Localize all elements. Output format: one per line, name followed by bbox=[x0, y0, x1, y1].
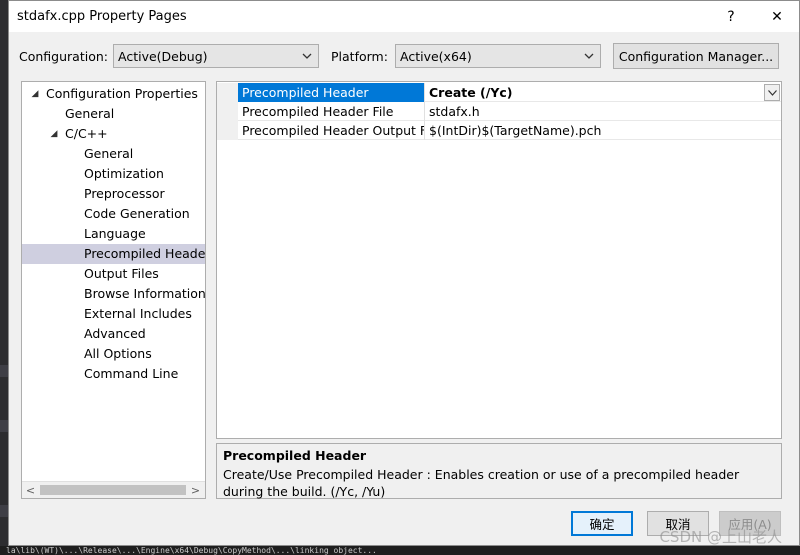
property-value[interactable]: stdafx.h bbox=[427, 102, 781, 121]
property-row[interactable]: Precompiled Header Create (/Yc) bbox=[217, 83, 781, 102]
description-title: Precompiled Header bbox=[223, 448, 367, 463]
tree-horizontal-scrollbar[interactable]: < > bbox=[22, 481, 205, 498]
chevron-down-icon bbox=[584, 53, 594, 59]
tree-item-label: Advanced bbox=[84, 326, 146, 341]
tree-item-label: External Includes bbox=[84, 306, 192, 321]
ok-button[interactable]: 确定 bbox=[571, 511, 633, 536]
platform-label: Platform: bbox=[331, 49, 388, 64]
tree-item-label: General bbox=[65, 106, 115, 121]
watermark: CSDN @上山老人 bbox=[659, 528, 782, 546]
configuration-value: Active(Debug) bbox=[118, 48, 208, 64]
tree-item[interactable]: External Includes bbox=[22, 304, 205, 324]
tree-item-label: Optimization bbox=[84, 166, 164, 181]
tree-item[interactable]: All Options bbox=[22, 344, 205, 364]
background-status-line: la\lib\(WT)\...\Release\...\Engine\x64\D… bbox=[0, 546, 800, 555]
title-bar: stdafx.cpp Property Pages ? ✕ bbox=[9, 1, 799, 32]
tree-item[interactable]: ◢ C/C++ bbox=[22, 124, 205, 144]
configuration-label: Configuration: bbox=[19, 49, 108, 64]
background-marker bbox=[0, 365, 8, 377]
platform-dropdown[interactable]: Active(x64) bbox=[395, 44, 601, 68]
property-tree: ◢ Configuration Properties General ◢ C/C++ Ge… bbox=[21, 81, 206, 499]
background-marker bbox=[0, 505, 8, 517]
column-separator[interactable] bbox=[424, 83, 425, 102]
property-pages-dialog: stdafx.cpp Property Pages ? ✕ Configurat… bbox=[8, 0, 800, 546]
property-name[interactable]: Precompiled Header bbox=[238, 83, 424, 102]
tree-item-label: Precompiled Headers bbox=[84, 246, 206, 261]
tree-item-label: All Options bbox=[84, 346, 152, 361]
tree-item-label: Browse Information bbox=[84, 286, 206, 301]
tree-item-label: Preprocessor bbox=[84, 186, 165, 201]
close-button[interactable]: ✕ bbox=[755, 1, 799, 32]
tree-item-label: General bbox=[84, 146, 134, 161]
tree-item[interactable]: ◢ Configuration Properties bbox=[22, 84, 205, 104]
configuration-manager-button[interactable]: Configuration Manager... bbox=[613, 43, 779, 69]
property-row[interactable]: Precompiled Header File stdafx.h bbox=[217, 102, 781, 121]
description-panel: Precompiled Header Create/Use Precompile… bbox=[216, 443, 782, 499]
property-name[interactable]: Precompiled Header Output File bbox=[238, 121, 424, 140]
tree-item[interactable]: Preprocessor bbox=[22, 184, 205, 204]
expand-arrow-icon[interactable]: ◢ bbox=[49, 124, 59, 144]
configuration-dropdown[interactable]: Active(Debug) bbox=[113, 44, 319, 68]
row-margin bbox=[217, 102, 238, 121]
background-marker bbox=[0, 420, 8, 432]
tree-item[interactable]: General bbox=[22, 144, 205, 164]
background-ide-strip bbox=[0, 0, 8, 555]
property-name[interactable]: Precompiled Header File bbox=[238, 102, 424, 121]
tree-item[interactable]: Optimization bbox=[22, 164, 205, 184]
tree-item[interactable]: Code Generation bbox=[22, 204, 205, 224]
tree-item-label: Configuration Properties bbox=[46, 86, 198, 101]
value-dropdown-button[interactable] bbox=[764, 84, 780, 101]
tree-item[interactable]: Advanced bbox=[22, 324, 205, 344]
tree-item[interactable]: Output Files bbox=[22, 264, 205, 284]
property-value[interactable]: $(IntDir)$(TargetName).pch bbox=[427, 121, 781, 140]
property-value[interactable]: Create (/Yc) bbox=[427, 83, 781, 102]
help-button[interactable]: ? bbox=[709, 1, 753, 32]
tree-item-label: Code Generation bbox=[84, 206, 190, 221]
platform-value: Active(x64) bbox=[400, 48, 472, 64]
window-title: stdafx.cpp Property Pages bbox=[17, 9, 187, 24]
chevron-down-icon bbox=[768, 90, 777, 96]
tree-item[interactable]: Language bbox=[22, 224, 205, 244]
column-separator[interactable] bbox=[424, 102, 425, 121]
row-margin bbox=[217, 121, 238, 140]
scroll-right-icon[interactable]: > bbox=[187, 482, 204, 498]
tree-item[interactable]: Browse Information bbox=[22, 284, 205, 304]
property-grid: Precompiled Header Create (/Yc) Precompile… bbox=[216, 81, 782, 439]
tree-item-label: Output Files bbox=[84, 266, 159, 281]
expand-arrow-icon[interactable]: ◢ bbox=[30, 84, 40, 104]
scroll-left-icon[interactable]: < bbox=[22, 482, 39, 498]
property-row[interactable]: Precompiled Header Output File $(IntDir)$… bbox=[217, 121, 781, 140]
description-text: Create/Use Precompiled Header : Enables … bbox=[223, 467, 740, 499]
tree-item[interactable]: General bbox=[22, 104, 205, 124]
tree-item[interactable]: Command Line bbox=[22, 364, 205, 384]
scrollbar-thumb[interactable] bbox=[40, 485, 186, 495]
tree-item-label: Language bbox=[84, 226, 146, 241]
tree-item-label: Command Line bbox=[84, 366, 179, 381]
column-separator[interactable] bbox=[424, 121, 425, 140]
tree-item[interactable]: Precompiled Headers bbox=[22, 244, 205, 264]
tree-item-label: C/C++ bbox=[65, 126, 108, 141]
chevron-down-icon bbox=[302, 53, 312, 59]
row-margin bbox=[217, 83, 238, 102]
